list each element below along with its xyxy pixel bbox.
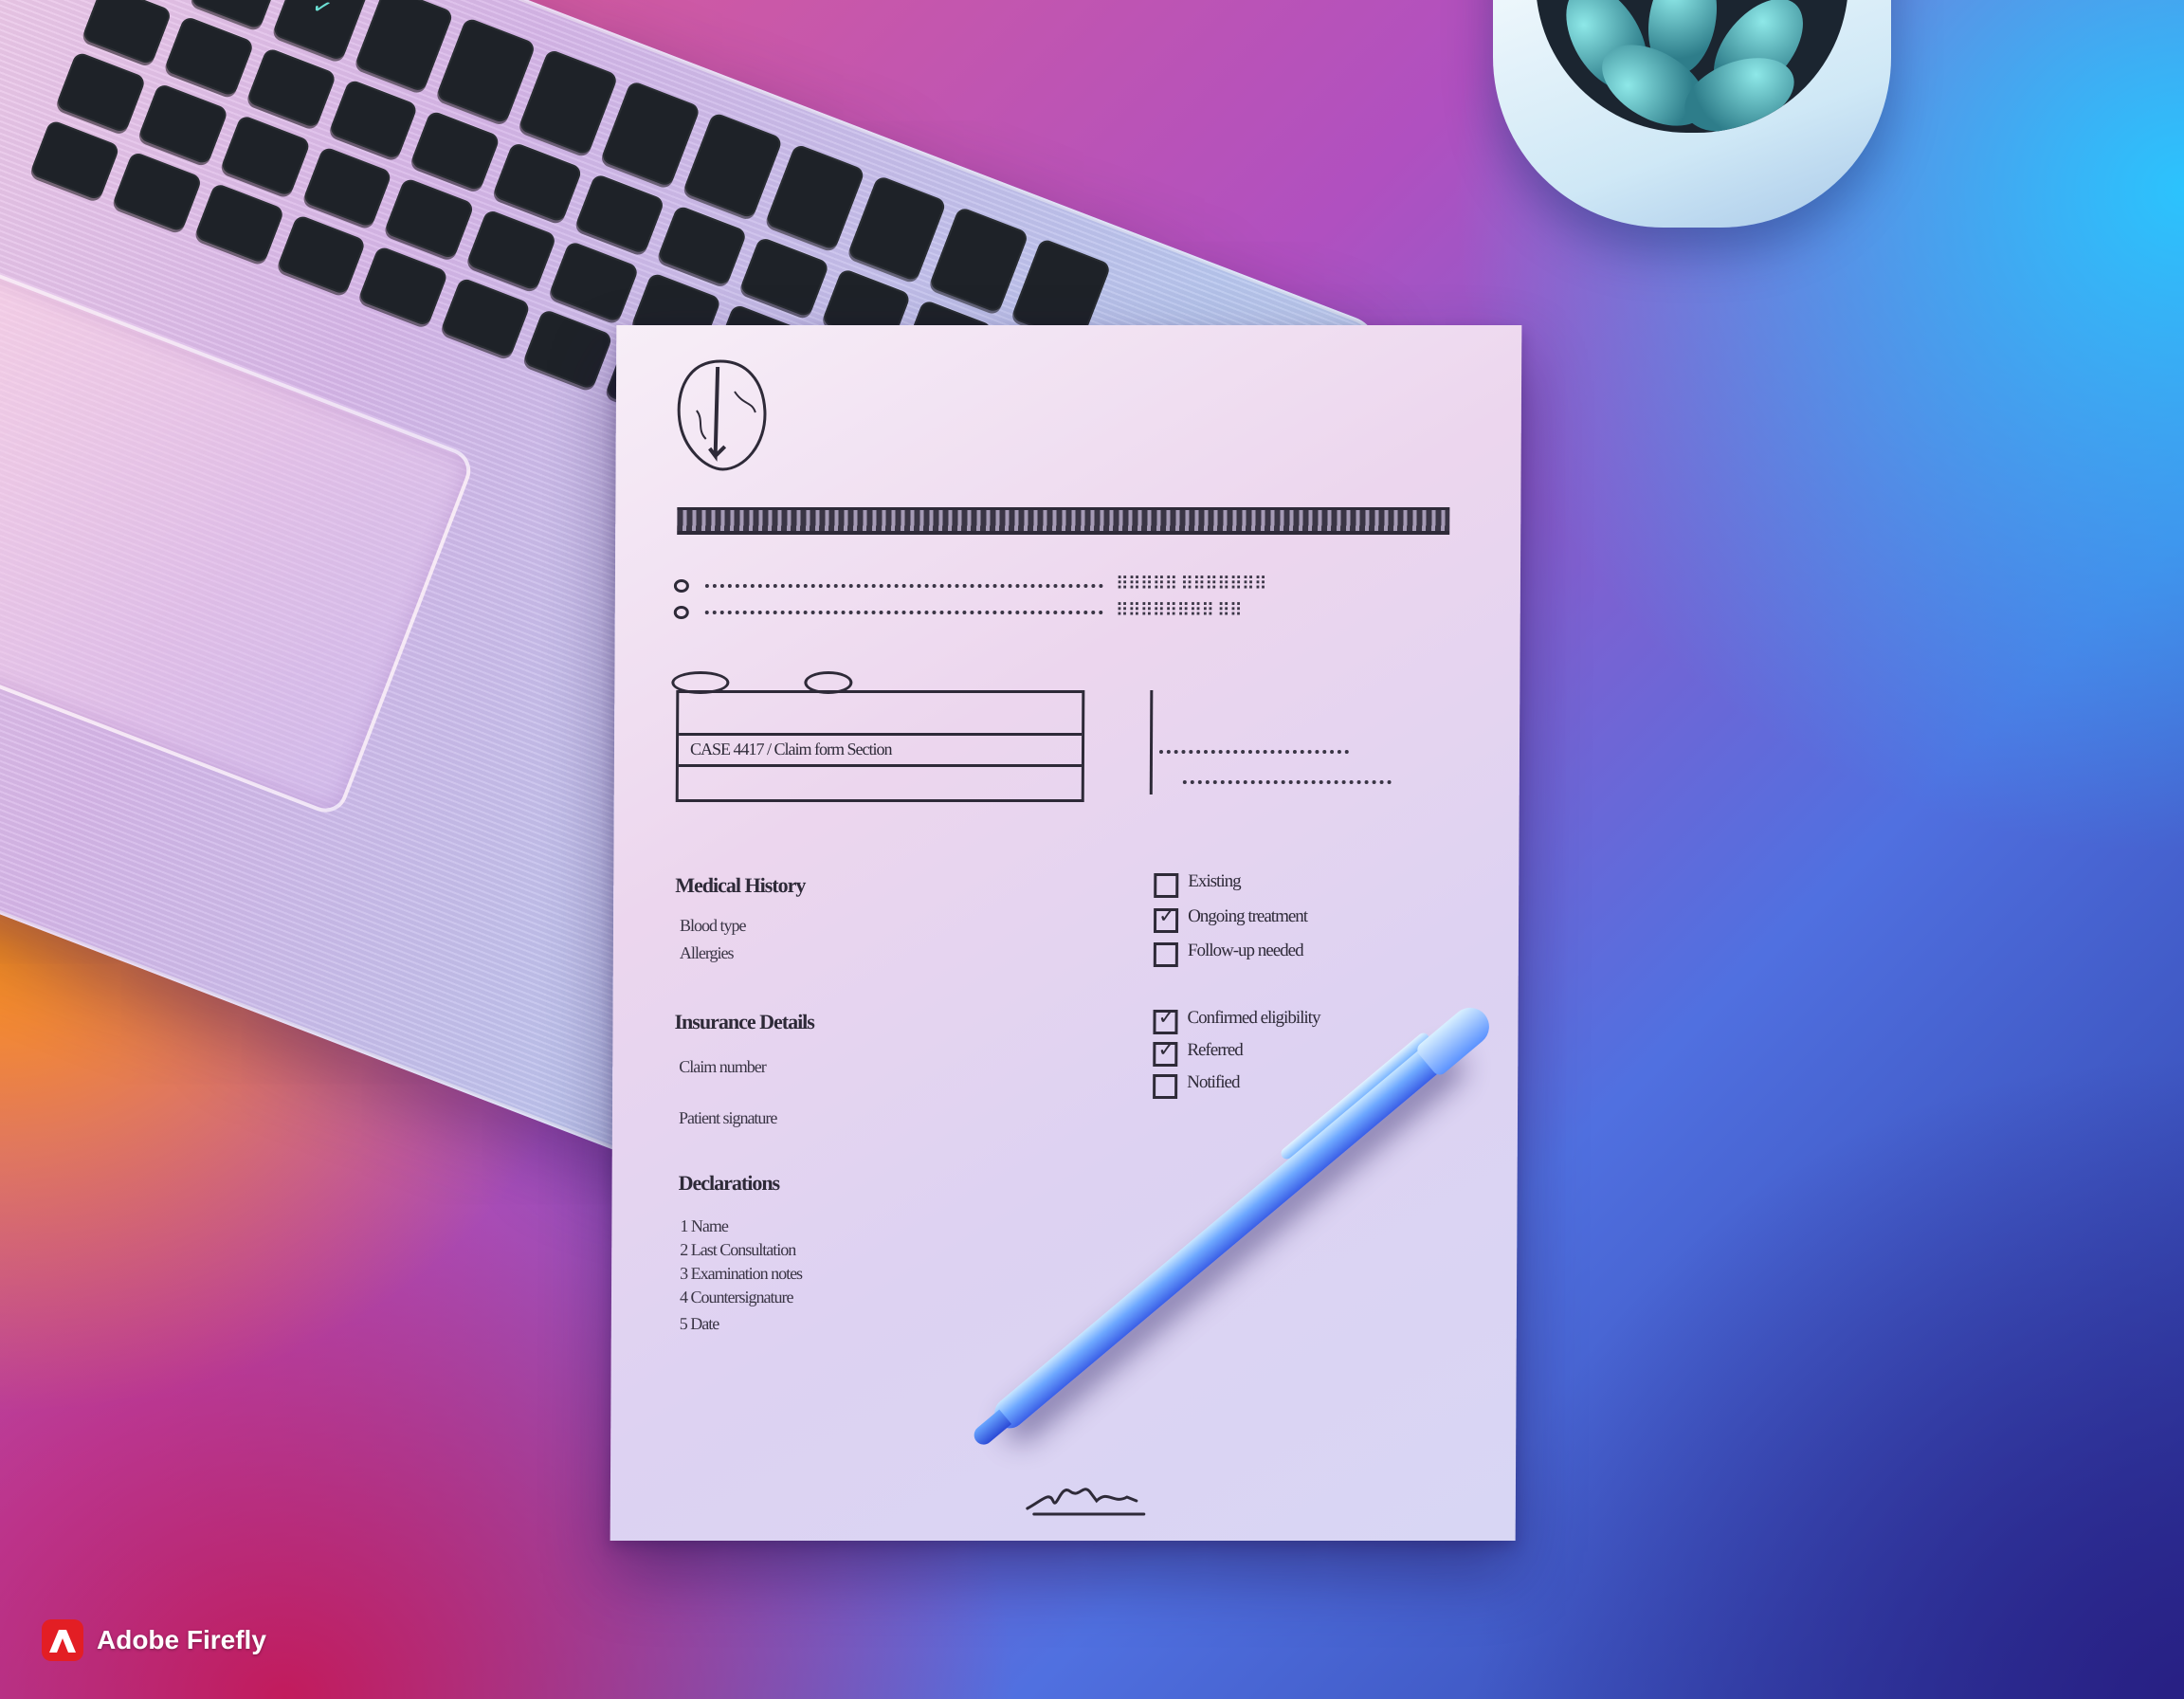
keyboard-key — [29, 119, 121, 201]
checkbox-label: Ongoing treatment — [1188, 906, 1308, 926]
claim-box-row: CASE 4417 / Claim form Section — [678, 733, 1083, 767]
checkbox-label: Existing — [1188, 871, 1241, 891]
checkbox-label: Notified — [1187, 1072, 1240, 1092]
section-line: Patient signature — [678, 1108, 777, 1127]
checkbox[interactable] — [1154, 873, 1179, 898]
keyboard-key — [682, 111, 783, 219]
laptop-trackpad — [0, 265, 478, 819]
claim-box-text: CASE 4417 / Claim form Section — [689, 740, 892, 758]
keyboard-key — [573, 173, 665, 255]
checkbox-label: Confirmed eligibility — [1187, 1008, 1320, 1028]
field-bullet — [673, 606, 689, 619]
section-heading: Medical History — [675, 873, 806, 897]
keyboard-key — [440, 276, 532, 359]
keyboard-key — [435, 16, 537, 124]
keyboard-key — [738, 235, 830, 319]
keyboard-key — [465, 209, 557, 291]
section-line: Claim number — [679, 1057, 766, 1076]
watermark-text: Adobe Firefly — [97, 1625, 266, 1654]
adobe-logo-icon — [42, 1619, 83, 1661]
section-heading: Declarations — [678, 1171, 780, 1195]
declaration-item: 2 Last Consultation — [680, 1240, 796, 1259]
checkbox[interactable]: ✓ — [1153, 1037, 1178, 1067]
keyboard-key — [548, 240, 640, 323]
field-line — [1158, 750, 1350, 754]
checkbox[interactable] — [1153, 1074, 1178, 1099]
keyboard-key — [410, 109, 501, 192]
keyboard-key — [384, 176, 476, 260]
keyboard-key — [246, 46, 337, 129]
keyboard-key — [276, 213, 368, 296]
desk-scene: ✓ ⠿⠿⠿⠿⠿ ⠿⠿⠿⠿⠿⠿⠿ ⠿⠿⠿⠿⠿⠿⠿⠿ ⠿⠿ CASE 4417 / … — [0, 0, 2184, 1699]
declaration-item: 4 Countersignature — [679, 1288, 793, 1306]
keyboard-key — [163, 14, 255, 98]
handwritten-signature — [1026, 1488, 1146, 1516]
field-line — [704, 584, 1103, 588]
section-heading: Insurance Details — [674, 1010, 814, 1033]
field-line — [704, 611, 1103, 614]
checkbox-label: Referred — [1187, 1040, 1243, 1060]
declaration-item: 3 Examination notes — [680, 1264, 803, 1283]
keyboard-key — [137, 82, 229, 165]
keyboard-key — [81, 0, 173, 66]
section-line: Allergies — [679, 943, 734, 962]
keyboard-key — [193, 181, 285, 265]
checkbox[interactable]: ✓ — [1153, 1005, 1178, 1034]
keyboard-key — [518, 48, 619, 155]
field-line — [1182, 780, 1392, 784]
checkbox-label: Follow-up needed — [1187, 941, 1303, 960]
keyboard-key — [357, 245, 449, 327]
keyboard-key — [301, 145, 393, 228]
keyboard-key — [600, 80, 701, 188]
field-label: ⠿⠿⠿⠿⠿ ⠿⠿⠿⠿⠿⠿⠿ — [1115, 575, 1266, 594]
leaf-logo-icon — [677, 359, 767, 471]
checkbox[interactable] — [1153, 942, 1178, 967]
keyboard-key — [928, 206, 1030, 314]
checkbox[interactable]: ✓ — [1154, 904, 1179, 933]
keyboard-key — [764, 142, 865, 250]
keyboard-key — [111, 150, 203, 233]
keyboard-key — [522, 307, 614, 391]
adobe-firefly-watermark: Adobe Firefly — [42, 1619, 266, 1661]
divider-line — [1149, 690, 1154, 795]
keyboard-key — [354, 0, 455, 93]
keyboard-key — [219, 114, 311, 196]
declaration-item: 5 Date — [679, 1314, 719, 1333]
field-bullet — [673, 579, 689, 593]
keyboard-key — [492, 140, 584, 224]
keyboard-key — [327, 78, 419, 160]
keyboard-key — [846, 174, 948, 283]
header-rule — [677, 507, 1450, 535]
section-line: Blood type — [679, 916, 746, 935]
keyboard-key — [55, 50, 147, 134]
field-label: ⠿⠿⠿⠿⠿⠿⠿⠿ ⠿⠿ — [1115, 601, 1242, 621]
declaration-item: 1 Name — [680, 1216, 728, 1235]
keyboard-key: ✓ — [271, 0, 373, 62]
claim-box: CASE 4417 / Claim form Section — [675, 690, 1085, 802]
keyboard-key — [656, 204, 748, 286]
